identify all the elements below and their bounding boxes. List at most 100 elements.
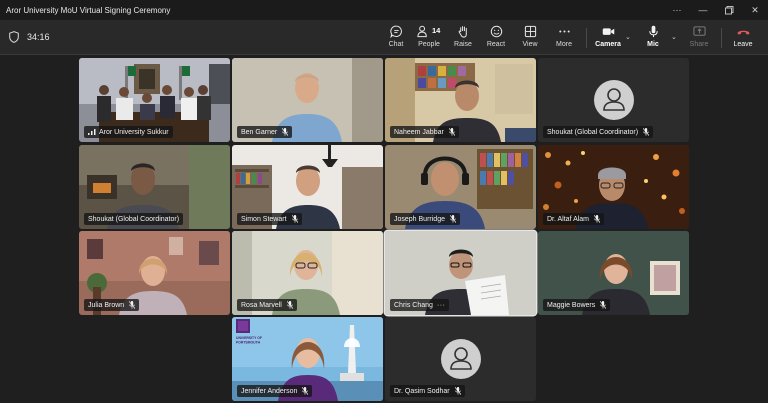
react-label: React <box>486 41 506 48</box>
participant-tile-active-speaker[interactable]: Chris Chang ··· <box>385 231 536 315</box>
raise-label: Raise <box>454 41 472 48</box>
avatar-placeholder <box>440 339 481 379</box>
camera-icon <box>602 28 614 35</box>
share-button[interactable]: Share <box>683 23 715 53</box>
participant-name: Shoukat (Global Coordinator) <box>88 215 180 223</box>
participant-tile[interactable]: UNIVERSITY OF PORTSMOUTH Jennifer Anders… <box>232 317 383 401</box>
participant-name: Shoukat (Global Coordinator) <box>547 128 639 136</box>
person-silhouette-icon <box>602 88 625 111</box>
chat-button[interactable]: Chat <box>380 23 412 53</box>
mic-label: Mic <box>647 41 659 48</box>
participant-tile[interactable]: Dr. Altaf Alam <box>538 145 689 229</box>
muted-mic-icon <box>302 387 309 395</box>
share-label: Share <box>689 41 709 48</box>
people-icon <box>417 25 427 38</box>
participant-name-tag: Rosa Marvell <box>237 299 297 311</box>
participant-tile[interactable]: Shoukat (Global Coordinator) <box>538 58 689 142</box>
muted-mic-icon <box>291 215 298 223</box>
raise-hand-button[interactable]: Raise <box>447 23 479 53</box>
chat-icon <box>389 25 402 38</box>
participant-name-tag: Chris Chang ··· <box>390 299 450 311</box>
muted-mic-icon <box>448 128 455 136</box>
muted-mic-icon <box>286 301 293 309</box>
shield-icon <box>9 31 19 43</box>
avatar-placeholder <box>593 80 634 120</box>
participant-tile[interactable]: Joseph Burridge <box>385 145 536 229</box>
participant-name-tag: Dr. Altaf Alam <box>543 213 605 225</box>
participant-tile[interactable]: Naheem Jabbar <box>385 58 536 142</box>
people-count-badge: 14 <box>432 26 441 35</box>
participant-name: Jennifer Anderson <box>241 387 298 395</box>
participant-tile[interactable]: Julia Brown <box>79 231 230 315</box>
microphone-icon <box>648 25 658 38</box>
window-title: Aror University MoU Virtual Signing Cere… <box>6 5 171 15</box>
portsmouth-logo-text: UNIVERSITY OF <box>236 336 262 340</box>
title-bar: Aror University MoU Virtual Signing Cere… <box>0 0 768 20</box>
share-screen-icon <box>692 26 706 36</box>
participant-name-tag: Shoukat (Global Coordinator) <box>84 213 184 225</box>
participant-tile[interactable]: Ben Garner <box>232 58 383 142</box>
muted-mic-icon <box>454 387 461 395</box>
view-button[interactable]: View <box>514 23 546 53</box>
participant-name: Maggie Bowers <box>547 301 596 309</box>
participant-grid: Aror University Sukkur Ben Garner Naheem… <box>0 56 768 403</box>
participant-name: Dr. Qasim Sodhar <box>394 387 450 395</box>
participant-name: Ben Garner <box>241 128 278 136</box>
camera-button[interactable]: Camera <box>592 23 624 53</box>
participant-name: Simon Stewart <box>241 215 287 223</box>
participant-name-tag: Dr. Qasim Sodhar <box>390 385 465 397</box>
toolbar-divider <box>586 28 587 48</box>
mic-options-chevron-icon[interactable]: ⌄ <box>671 33 679 41</box>
participant-name-tag: Jennifer Anderson <box>237 385 313 397</box>
mic-button[interactable]: Mic <box>637 23 669 53</box>
participant-name-tag: Joseph Burridge <box>390 213 460 225</box>
meeting-toolbar: 34:16 Chat 14 People Raise React View Mo… <box>0 20 768 55</box>
maximize-icon[interactable] <box>716 0 742 20</box>
minimize-icon[interactable]: — <box>690 0 716 20</box>
muted-mic-icon <box>600 301 607 309</box>
participant-name: Dr. Altaf Alam <box>547 215 590 223</box>
muted-mic-icon <box>282 128 289 136</box>
participant-name: Joseph Burridge <box>394 215 445 223</box>
leave-label: Leave <box>733 41 753 48</box>
toolbar-divider <box>721 28 722 48</box>
smiley-icon <box>490 25 502 38</box>
camera-options-chevron-icon[interactable]: ⌄ <box>625 33 633 41</box>
participant-name: Rosa Marvell <box>241 301 282 309</box>
signal-strength-icon <box>88 129 96 135</box>
close-icon[interactable]: ✕ <box>742 0 768 20</box>
participant-name: Julia Brown <box>88 301 125 309</box>
hang-up-icon <box>737 30 749 35</box>
participant-name-tag: Simon Stewart <box>237 213 302 225</box>
chat-label: Chat <box>388 41 404 48</box>
participant-name: Naheem Jabbar <box>394 128 444 136</box>
grid-view-icon <box>524 25 536 38</box>
participant-tile[interactable]: Shoukat (Global Coordinator) <box>79 145 230 229</box>
react-button[interactable]: React <box>480 23 512 53</box>
participant-tile[interactable]: Simon Stewart <box>232 145 383 229</box>
meeting-timer: 34:16 <box>27 32 50 42</box>
view-label: View <box>522 41 538 48</box>
participant-tile[interactable]: Dr. Qasim Sodhar <box>385 317 536 401</box>
participant-tile[interactable]: Maggie Bowers <box>538 231 689 315</box>
participant-name-tag: Aror University Sukkur <box>84 126 173 138</box>
person-silhouette-icon <box>449 347 472 370</box>
more-button[interactable]: More <box>548 23 580 53</box>
participant-tile[interactable]: Rosa Marvell <box>232 231 383 315</box>
participant-name-tag: Julia Brown <box>84 299 140 311</box>
more-options-icon[interactable]: ··· <box>437 302 446 309</box>
people-label: People <box>418 41 440 48</box>
leave-button[interactable]: Leave <box>727 23 759 53</box>
participant-name: Aror University Sukkur <box>99 128 169 136</box>
participant-tile[interactable]: Aror University Sukkur <box>79 58 230 142</box>
ellipsis-icon <box>558 30 570 33</box>
svg-text:PORTSMOUTH: PORTSMOUTH <box>236 341 261 345</box>
muted-mic-icon <box>129 301 136 309</box>
participant-name-tag: Naheem Jabbar <box>390 126 459 138</box>
people-button[interactable]: 14 People <box>413 23 445 53</box>
muted-mic-icon <box>449 215 456 223</box>
participant-name: Chris Chang <box>394 301 433 309</box>
more-options-icon[interactable]: ··· <box>664 0 690 20</box>
participant-name-tag: Shoukat (Global Coordinator) <box>543 126 654 138</box>
more-label: More <box>556 41 572 48</box>
